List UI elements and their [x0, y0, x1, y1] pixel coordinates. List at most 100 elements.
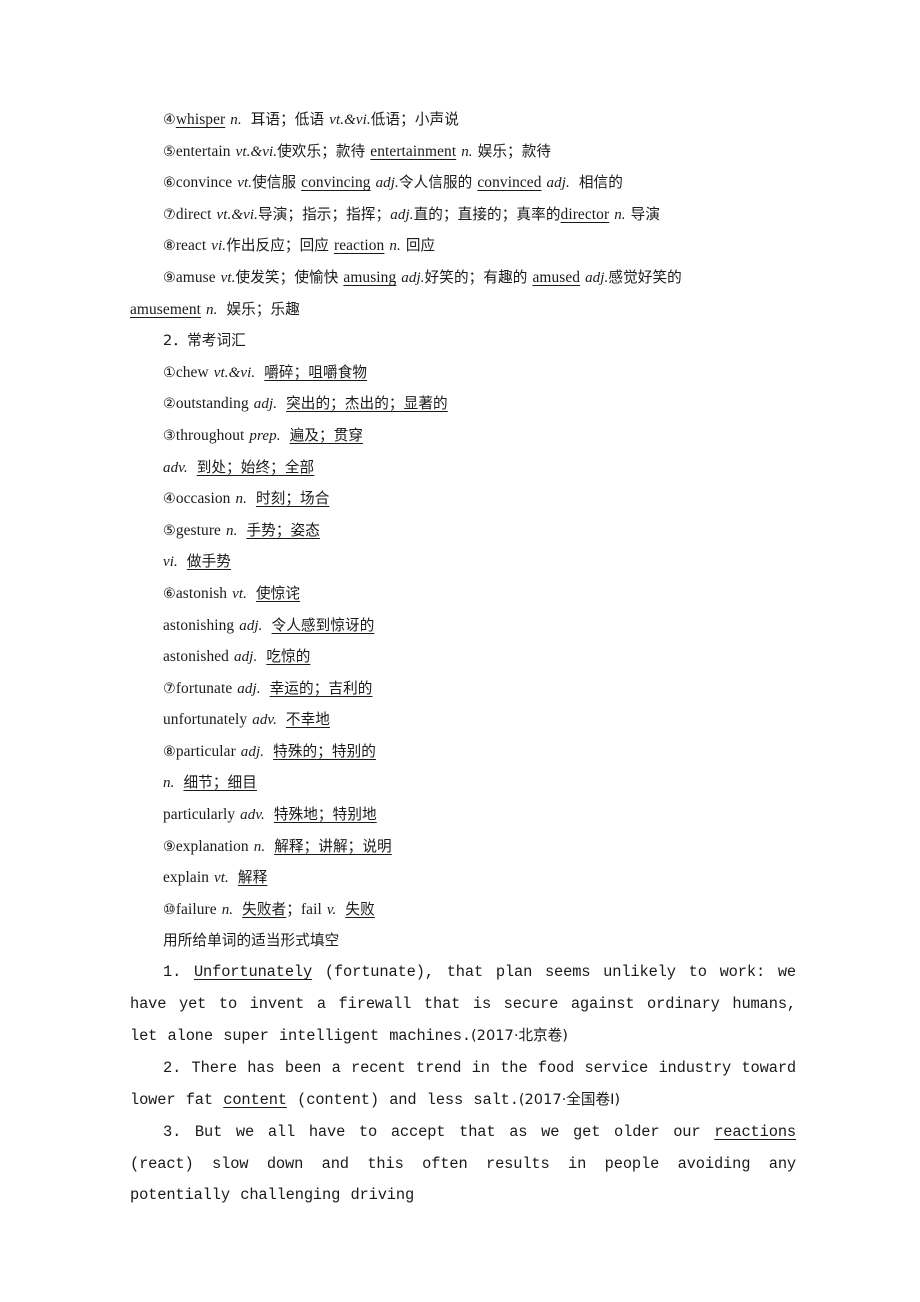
- entry-derivative: entertainment: [370, 142, 457, 160]
- entry-meaning-2: 回应: [405, 237, 436, 255]
- entry-meaning: 使欢乐；款待: [277, 142, 366, 160]
- entry-marker: ⑦: [163, 206, 176, 223]
- entry-headword: entertain: [175, 142, 231, 160]
- word-entry-particular-n: n. 细节；细目: [130, 767, 796, 799]
- entry-marker: ⑤: [163, 522, 176, 539]
- entry-meaning: 做手势: [186, 553, 231, 571]
- entry-pos: n.: [225, 522, 238, 539]
- entry-derivative: director: [560, 205, 610, 223]
- entry-meaning: 幸运的；吉利的: [269, 679, 373, 697]
- word-entry-failure: ⑩failure n. 失败者；fail v. 失败: [130, 894, 796, 926]
- entry-meaning: 解释；讲解；说明: [274, 837, 392, 855]
- document-content: ④whisper n. 耳语；低语 vt.&vi.低语；小声说 ⑤entertain v…: [130, 104, 796, 1212]
- entry-meaning: 突出的；杰出的；显著的: [286, 395, 448, 413]
- entry-meaning: 到处；始终；全部: [196, 458, 315, 476]
- word-entry-react: ⑧react vi.作出反应；回应 reaction n. 回应: [130, 230, 796, 262]
- entry-headword-2: fail: [300, 900, 322, 918]
- item-number: 1.: [163, 963, 182, 982]
- word-entry-chew: ①chew vt.&vi. 嚼碎；咀嚼食物: [130, 357, 796, 389]
- entry-headword: react: [175, 237, 207, 255]
- word-entry-throughout: ③throughout prep. 遍及；贯穿: [130, 420, 796, 452]
- entry-marker: ①: [163, 364, 176, 381]
- word-entry-direct: ⑦direct vt.&vi.导演；指示；指挥；adj.直的；直接的；真率的dir…: [130, 199, 796, 231]
- entry-headword: failure: [175, 900, 217, 918]
- word-entry-fortunate: ⑦fortunate adj. 幸运的；吉利的: [130, 673, 796, 705]
- entry-headword: throughout: [175, 426, 245, 444]
- entry-headword: convince: [175, 174, 233, 192]
- entry-headword: unfortunately: [163, 711, 248, 729]
- word-entry-amuse: ⑨amuse vt.使发笑；使愉快 amusing adj.好笑的；有趣的 amused…: [130, 262, 796, 294]
- entry-meaning: 失败者: [242, 900, 287, 918]
- entry-meaning: 耳语；低语: [250, 111, 325, 128]
- word-entry-whisper: ④whisper n. 耳语；低语 vt.&vi.低语；小声说: [130, 104, 796, 136]
- entry-derivative: convincing: [301, 174, 371, 192]
- entry-meaning: 令人感到惊讶的: [271, 616, 375, 634]
- word-entry-throughout-adv: adv. 到处；始终；全部: [130, 452, 796, 484]
- item-source: (2017·全国卷Ⅰ): [518, 1091, 621, 1109]
- entry-marker: ②: [163, 396, 176, 413]
- word-entry-astonishing: astonishing adj. 令人感到惊讶的: [130, 610, 796, 642]
- entry-pos-2: vt.&vi.: [329, 112, 371, 128]
- entry-marker: ⑧: [163, 743, 176, 760]
- entry-headword: explain: [163, 869, 210, 887]
- exercise-instruction: 用所给单词的适当形式填空: [163, 932, 340, 950]
- word-entry-amusement-wrap: amusement n. 娱乐；乐趣: [130, 294, 796, 326]
- word-entry-entertain: ⑤entertain vt.&vi.使欢乐；款待 entertainment n. 娱乐…: [130, 136, 796, 168]
- entry-derivative-2: amused: [532, 268, 581, 286]
- entry-pos: prep.: [249, 427, 281, 444]
- entry-headword: astonish: [175, 584, 228, 602]
- entry-derivative: reaction: [333, 237, 385, 255]
- item-lead: But we all have to accept that as we get…: [194, 1123, 715, 1141]
- entry-marker: ⑨: [163, 269, 176, 286]
- item-answer: reactions: [714, 1123, 796, 1141]
- entry-pos: n.: [235, 491, 247, 508]
- word-entry-gesture-vi: vi. 做手势: [130, 546, 796, 578]
- entry-meaning: 吃惊的: [266, 648, 311, 666]
- entry-headword: astonished: [163, 648, 229, 666]
- section2-heading: 2．常考词汇: [163, 332, 246, 350]
- entry-headword: particularly: [163, 806, 236, 824]
- entry-pos: adj.: [239, 617, 263, 634]
- word-entry-astonish: ⑥astonish vt. 使惊诧: [130, 578, 796, 610]
- entry-marker: ④: [163, 491, 176, 508]
- exercise-item-1: 1. Unfortunately (fortunate), that plan …: [130, 957, 796, 1053]
- entry-pos: vt.: [232, 585, 247, 602]
- entry-meaning-2: 令人信服的: [398, 174, 473, 192]
- entry-meaning: 特殊地；特别地: [273, 806, 377, 824]
- entry-headword: amuse: [175, 268, 216, 286]
- entry-headword: chew: [175, 363, 209, 381]
- entry-pos: adj.: [237, 680, 261, 697]
- entry-marker: ⑨: [163, 838, 176, 855]
- entry-pos: adv.: [240, 807, 265, 824]
- item-answer: content: [223, 1091, 287, 1110]
- entry-marker: ⑥: [163, 585, 176, 602]
- entry-pos: adj.: [253, 396, 278, 413]
- entry-pos: vt.: [237, 175, 253, 192]
- exercise-items: 1. Unfortunately (fortunate), that plan …: [130, 957, 796, 1212]
- word-entry-convince: ⑥convince vt.使信服 convincing adj.令人信服的 convin…: [130, 167, 796, 199]
- entry-meaning-2: 失败: [345, 900, 375, 918]
- entry-meaning: 解释: [237, 869, 268, 887]
- entry-pos-2: v.: [326, 901, 337, 918]
- exercise-item-2: 2. There has been a recent trend in the …: [130, 1053, 796, 1117]
- entry-pos: n.: [253, 838, 266, 855]
- entry-pos: vi.: [163, 554, 178, 571]
- entry-meaning: 细节；细目: [183, 774, 257, 792]
- document-page: ④whisper n. 耳语；低语 vt.&vi.低语；小声说 ⑤entertain v…: [0, 0, 920, 1302]
- entry-meaning: 嚼碎；咀嚼食物: [264, 363, 368, 381]
- entry-marker: ⑤: [163, 143, 176, 160]
- word-entry-particularly: particularly adv. 特殊地；特别地: [130, 799, 796, 831]
- entry-pos: n.: [221, 901, 234, 918]
- entry-headword: whisper: [175, 111, 226, 128]
- entry-pos: vt.: [220, 269, 236, 286]
- entry-meaning-3: 感觉好笑的: [608, 268, 682, 286]
- entry-marker: ④: [163, 112, 176, 128]
- entry-meaning: 不幸地: [285, 711, 331, 729]
- entry-derivative-2: convinced: [477, 174, 542, 192]
- entry-meaning: 导演；指示；指挥；: [258, 205, 391, 223]
- item-number: 3.: [163, 1123, 182, 1141]
- word-entry-explanation: ⑨explanation n. 解释；讲解；说明: [130, 831, 796, 863]
- entry-pos: n.: [230, 112, 242, 128]
- entry-pos-2: adj.: [390, 206, 414, 223]
- entry-meaning-2: 低语；小声说: [370, 111, 459, 128]
